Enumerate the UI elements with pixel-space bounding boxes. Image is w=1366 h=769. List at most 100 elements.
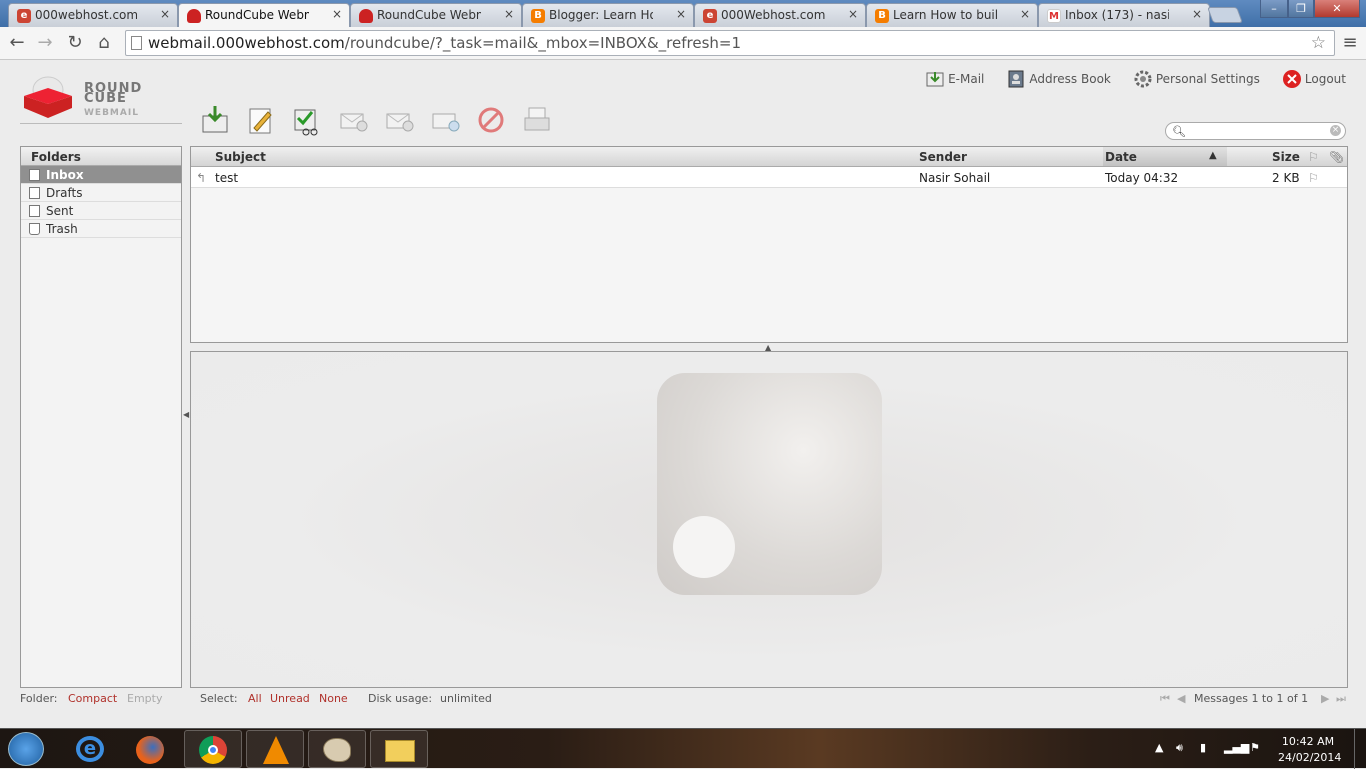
bookmark-star-icon[interactable]: ☆ [1311, 31, 1326, 55]
close-tab-icon[interactable]: × [676, 7, 686, 21]
browser-menu-icon[interactable]: ≡ [1339, 32, 1361, 54]
vlc-icon[interactable] [246, 730, 304, 768]
browser-tab-0[interactable]: e 000webhost.com Men × [8, 3, 178, 27]
firefox-icon[interactable] [122, 730, 180, 768]
inbox-icon [29, 169, 40, 181]
address-book-link[interactable]: Address Book [1006, 68, 1111, 90]
close-tab-icon[interactable]: × [1020, 7, 1030, 21]
logout-icon [1282, 70, 1301, 88]
roundcube-app: ROUND CUBE WEBMAIL E-Mail Address Book P… [0, 60, 1366, 728]
forward-icon[interactable] [430, 104, 460, 136]
message-size: 2 KB [1272, 171, 1300, 185]
folder-item-inbox[interactable]: Inbox [21, 166, 181, 184]
browser-tab-3[interactable]: B Blogger: Learn How to × [522, 3, 694, 27]
folder-item-sent[interactable]: Sent [21, 202, 181, 220]
column-date[interactable]: Date [1105, 150, 1137, 164]
empty-link[interactable]: Empty [127, 692, 162, 705]
flag-icon[interactable]: ⚐ [1308, 171, 1319, 185]
flag-column-icon[interactable]: ⚐ [1308, 150, 1319, 164]
chrome-icon[interactable] [184, 730, 242, 768]
file-explorer-icon[interactable] [370, 730, 428, 768]
blogger-icon: B [875, 9, 889, 23]
forward-arrow-icon[interactable]: → [34, 32, 56, 54]
column-size[interactable]: Size [1272, 150, 1300, 164]
print-icon[interactable] [522, 104, 552, 136]
column-sender[interactable]: Sender [919, 150, 967, 164]
new-tab-button[interactable] [1207, 7, 1243, 23]
browser-tab-1[interactable]: RoundCube Webmail × [178, 3, 350, 27]
show-hidden-icons[interactable]: ▲ [1155, 741, 1163, 754]
clear-search-icon[interactable]: × [1330, 125, 1341, 136]
reply-all-icon[interactable] [384, 104, 414, 136]
message-sender: Nasir Sohail [919, 171, 991, 185]
network-signal-icon[interactable]: ▂▄▆ [1224, 741, 1249, 754]
select-unread-link[interactable]: Unread [270, 692, 310, 705]
message-subject[interactable]: test [215, 171, 238, 185]
next-page-icon[interactable]: ▶ [1321, 692, 1329, 705]
roundcube-watermark-icon [657, 373, 882, 595]
maximize-button[interactable]: ❐ [1288, 0, 1314, 18]
tab-label: 000webhost.com Men [35, 8, 137, 22]
volume-icon[interactable]: 🔊︎ [1176, 741, 1183, 755]
start-button[interactable] [8, 732, 44, 766]
close-tab-icon[interactable]: × [160, 7, 170, 21]
close-tab-icon[interactable]: × [504, 7, 514, 21]
settings-link[interactable]: Personal Settings [1133, 68, 1260, 90]
attachment-column-icon[interactable]: 📎︎ [1329, 150, 1344, 164]
close-tab-icon[interactable]: × [332, 7, 342, 21]
delete-icon[interactable] [476, 104, 506, 136]
mark-read-icon[interactable] [292, 104, 322, 136]
email-icon [926, 72, 944, 87]
tab-label: 000Webhost.com - Af [721, 8, 825, 22]
reply-icon[interactable] [338, 104, 368, 136]
browser-tab-6[interactable]: M Inbox (173) - nasirsoha × [1038, 3, 1210, 27]
window-close-button[interactable]: ✕ [1314, 0, 1360, 18]
clock-time: 10:42 AM [1281, 735, 1335, 748]
system-clock[interactable]: 10:42 AM 24/02/2014 [1278, 734, 1341, 766]
message-row[interactable]: ↰ test Nasir Sohail Today 04:32 2 KB ⚐ [191, 167, 1347, 188]
minimize-button[interactable]: – [1260, 0, 1288, 18]
tab-label: RoundCube Webmail [377, 8, 481, 22]
compact-link[interactable]: Compact [68, 692, 117, 705]
drafts-icon [29, 187, 40, 199]
select-all-link[interactable]: All [248, 692, 262, 705]
compose-icon[interactable] [246, 104, 276, 136]
home-icon[interactable]: ⌂ [93, 32, 115, 54]
paint-icon[interactable] [308, 730, 366, 768]
back-arrow-icon[interactable]: ← [6, 32, 28, 54]
message-date: Today 04:32 [1105, 171, 1179, 185]
footer-bar: Folder: Compact Empty Select: All Unread… [0, 690, 1366, 710]
select-none-link[interactable]: None [319, 692, 348, 705]
sent-icon [29, 205, 40, 217]
folders-header: Folders [21, 147, 181, 166]
sort-ascending-icon[interactable]: ▲ [1209, 150, 1217, 161]
column-subject[interactable]: Subject [215, 150, 266, 164]
close-tab-icon[interactable]: × [848, 7, 858, 21]
tab-label: Learn How to build a f [893, 8, 997, 22]
message-toolbar [200, 104, 552, 138]
first-page-icon[interactable]: ⏮ [1160, 692, 1170, 706]
address-bar[interactable]: webmail.000webhost.com/roundcube/?_task=… [125, 30, 1335, 56]
reload-icon[interactable]: ↻ [64, 32, 86, 54]
logout-link[interactable]: Logout [1282, 68, 1346, 90]
email-link[interactable]: E-Mail [925, 68, 984, 90]
last-page-icon[interactable]: ⏭ [1336, 692, 1346, 706]
browser-tab-2[interactable]: RoundCube Webmail × [350, 3, 522, 27]
disk-usage-label: Disk usage: [368, 692, 433, 705]
power-icon[interactable]: ▮ [1200, 741, 1206, 754]
browser-tab-5[interactable]: B Learn How to build a f × [866, 3, 1038, 27]
vertical-splitter-handle[interactable]: ◀ [183, 410, 189, 419]
close-tab-icon[interactable]: × [1192, 7, 1202, 21]
folder-item-drafts[interactable]: Drafts [21, 184, 181, 202]
action-center-flag-icon[interactable]: ⚑ [1250, 741, 1260, 754]
browser-toolbar: ← → ↻ ⌂ webmail.000webhost.com/roundcube… [0, 27, 1366, 60]
folder-item-trash[interactable]: Trash [21, 220, 181, 238]
search-icon[interactable]: 🔍︎ [1172, 125, 1186, 138]
show-desktop-button[interactable] [1354, 729, 1366, 769]
search-input[interactable]: 🔍︎ × [1165, 122, 1346, 140]
internet-explorer-icon[interactable]: e [62, 730, 120, 768]
browser-tab-4[interactable]: e 000Webhost.com - Af × [694, 3, 866, 27]
previous-page-icon[interactable]: ◀ [1177, 692, 1185, 705]
get-mail-icon[interactable] [200, 104, 230, 136]
url-host: webmail.000webhost.com [148, 34, 345, 52]
